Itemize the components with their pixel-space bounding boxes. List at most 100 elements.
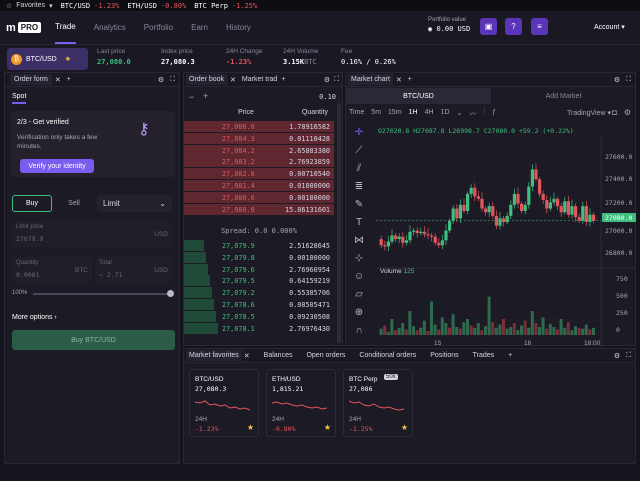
market-card[interactable]: BTC/USD 27,080.3 24H -1.23% ★ (189, 369, 259, 437)
plus-icon[interactable]: + (408, 76, 412, 83)
tab-conditional-orders[interactable]: Conditional orders (359, 352, 416, 359)
account-menu[interactable]: Account ▾ (594, 23, 625, 31)
minus-icon[interactable]: − (189, 92, 194, 102)
interval-4h[interactable]: 4H (425, 109, 434, 119)
camera-icon[interactable]: ◘ (612, 108, 617, 117)
notifications-button[interactable]: ▣ (480, 18, 497, 35)
interval-1d[interactable]: 1D (441, 109, 450, 119)
star-icon[interactable]: ★ (247, 423, 254, 432)
crosshair-icon[interactable]: ✛ (355, 127, 363, 138)
ask-row[interactable]: 27,081.4 0.01000000 (184, 180, 334, 191)
bid-row[interactable]: 27,079.6 2.76960954 (184, 263, 334, 275)
line-chart-icon[interactable]: 〰 (469, 109, 476, 119)
total-field[interactable]: Total ~ 2.71 USD (95, 257, 172, 283)
tab-market-favorites[interactable]: Market favorites (186, 350, 242, 361)
tab-market-chart[interactable]: Market chart (348, 74, 393, 85)
ask-row[interactable]: 27,082.8 0.00710540 (184, 168, 334, 180)
interval-time[interactable]: Time (349, 109, 364, 119)
trendline-icon[interactable]: ⟋ (356, 145, 363, 156)
brush-icon[interactable]: ✎ (355, 199, 363, 210)
tab-positions[interactable]: Positions (430, 352, 458, 359)
star-icon[interactable]: ★ (324, 423, 331, 432)
tab-earn[interactable]: Earn (191, 11, 208, 44)
market-card[interactable]: ETH/USD 1,815.21 24H -0.80% ★ (266, 369, 336, 437)
buy-tab[interactable]: Buy (12, 195, 52, 212)
tab-balances[interactable]: Balances (264, 352, 293, 359)
tab-add-market[interactable]: Add Market (491, 88, 636, 104)
bid-row[interactable]: 27,079.2 0.55385706 (184, 287, 334, 299)
ask-row[interactable]: 27,086.0 1.78916582 (184, 121, 334, 132)
zoom-icon[interactable]: ⊕ (355, 307, 363, 318)
plus-icon[interactable]: + (67, 76, 71, 83)
parallel-lines-icon[interactable]: ⫽ (357, 163, 361, 174)
ask-row[interactable]: 27,080.6 0.00100000 (184, 191, 334, 203)
close-icon[interactable]: ✕ (230, 76, 236, 84)
tab-market-trades[interactable]: Market trad (242, 76, 277, 83)
tab-history[interactable]: History (226, 11, 251, 44)
bid-row[interactable]: 27,078.5 0.09230508 (184, 310, 334, 322)
ask-row[interactable]: 27,080.0 15.86131601 (184, 203, 334, 215)
bid-row[interactable]: 27,078.1 2.76976430 (184, 322, 334, 334)
submit-order-button[interactable]: Buy BTC/USD (12, 330, 175, 350)
tab-open-orders[interactable]: Open orders (306, 352, 345, 359)
portfolio-value[interactable]: Portfolio value ◉ 0.00 USD (428, 17, 470, 33)
bid-row[interactable]: 27,079.5 0.64159219 (184, 275, 334, 287)
verify-button[interactable]: Verify your identity (20, 159, 94, 173)
gear-icon[interactable]: ⚙ (614, 76, 620, 84)
bid-row[interactable]: 27,078.6 0.08505471 (184, 299, 334, 310)
chevron-down-icon[interactable]: ⌄ (457, 109, 463, 119)
measure-icon[interactable]: ⊹ (355, 253, 363, 264)
fib-icon[interactable]: ≣ (355, 181, 363, 192)
favorites-dropdown[interactable]: ☆ Favorites ▾ (6, 2, 53, 10)
slider-handle[interactable] (167, 290, 174, 297)
ask-row[interactable]: 27,084.3 0.01110428 (184, 132, 334, 144)
amount-slider[interactable] (33, 293, 170, 295)
logo[interactable]: m PRO (6, 22, 42, 34)
help-button[interactable]: ? (505, 18, 522, 35)
sell-tab[interactable]: Sell (54, 195, 94, 212)
tradingview-menu[interactable]: TradingView ▾ (567, 109, 611, 117)
tab-chart-pair[interactable]: BTC/USD (346, 88, 491, 104)
candle-icon[interactable]: ⫶ (483, 109, 485, 119)
emoji-icon[interactable]: ☺ (354, 271, 364, 282)
pair-selector[interactable]: ₿ BTC/USD ★ (7, 48, 88, 70)
price-chart[interactable]: 27600.0 27400.0 27200.0 27080.0 27000.0 26800… (376, 135, 636, 347)
market-card[interactable]: BTC Perp 27,086 50x 24H -1.25% ★ (343, 369, 413, 437)
more-options[interactable]: More options › (12, 314, 57, 321)
interval-1h[interactable]: 1H (409, 109, 418, 119)
star-icon[interactable]: ★ (65, 55, 71, 63)
magnet-icon[interactable]: ∩ (355, 325, 362, 336)
interval-15m[interactable]: 15m (388, 109, 402, 119)
ask-row[interactable]: 27,084.2 2.65883380 (184, 144, 334, 156)
indicator-icon[interactable]: ƒ (492, 109, 496, 119)
close-icon[interactable]: ✕ (396, 76, 402, 84)
gear-icon[interactable]: ⚙ (614, 352, 620, 360)
scrollbar[interactable] (337, 103, 341, 343)
expand-icon[interactable]: ⛶ (626, 352, 631, 360)
ticker-item[interactable]: BTC Perp -1.25% (194, 2, 257, 10)
plus-icon[interactable]: + (281, 76, 285, 83)
gear-icon[interactable]: ⚙ (158, 76, 164, 84)
ask-row[interactable]: 27,083.2 2.76923859 (184, 156, 334, 168)
interval-5m[interactable]: 5m (371, 109, 381, 119)
ruler-icon[interactable]: ▱ (355, 289, 363, 300)
expand-icon[interactable]: ⛶ (170, 76, 175, 84)
tab-order-book[interactable]: Order book (186, 74, 228, 85)
limit-price-field[interactable]: Limit price 27079.9 USD (12, 221, 172, 247)
settings-button[interactable]: ≡ (531, 18, 548, 35)
text-icon[interactable]: T (356, 217, 362, 228)
order-form-title[interactable]: Order form (10, 74, 52, 85)
close-icon[interactable]: ✕ (244, 352, 250, 360)
tab-trades[interactable]: Trades (473, 352, 495, 359)
close-icon[interactable]: ✕ (55, 76, 61, 84)
gear-icon[interactable]: ⚙ (624, 108, 631, 117)
tab-spot[interactable]: Spot (12, 93, 27, 104)
pattern-icon[interactable]: ⋈ (354, 235, 364, 246)
expand-icon[interactable]: ⛶ (334, 76, 339, 84)
star-icon[interactable]: ★ (401, 423, 408, 432)
tab-trade[interactable]: Trade (55, 11, 76, 44)
plus-icon[interactable]: + (203, 91, 208, 101)
plus-icon[interactable]: + (508, 352, 512, 359)
tab-analytics[interactable]: Analytics (94, 11, 126, 44)
tick-size[interactable]: 0.10 (319, 93, 336, 101)
